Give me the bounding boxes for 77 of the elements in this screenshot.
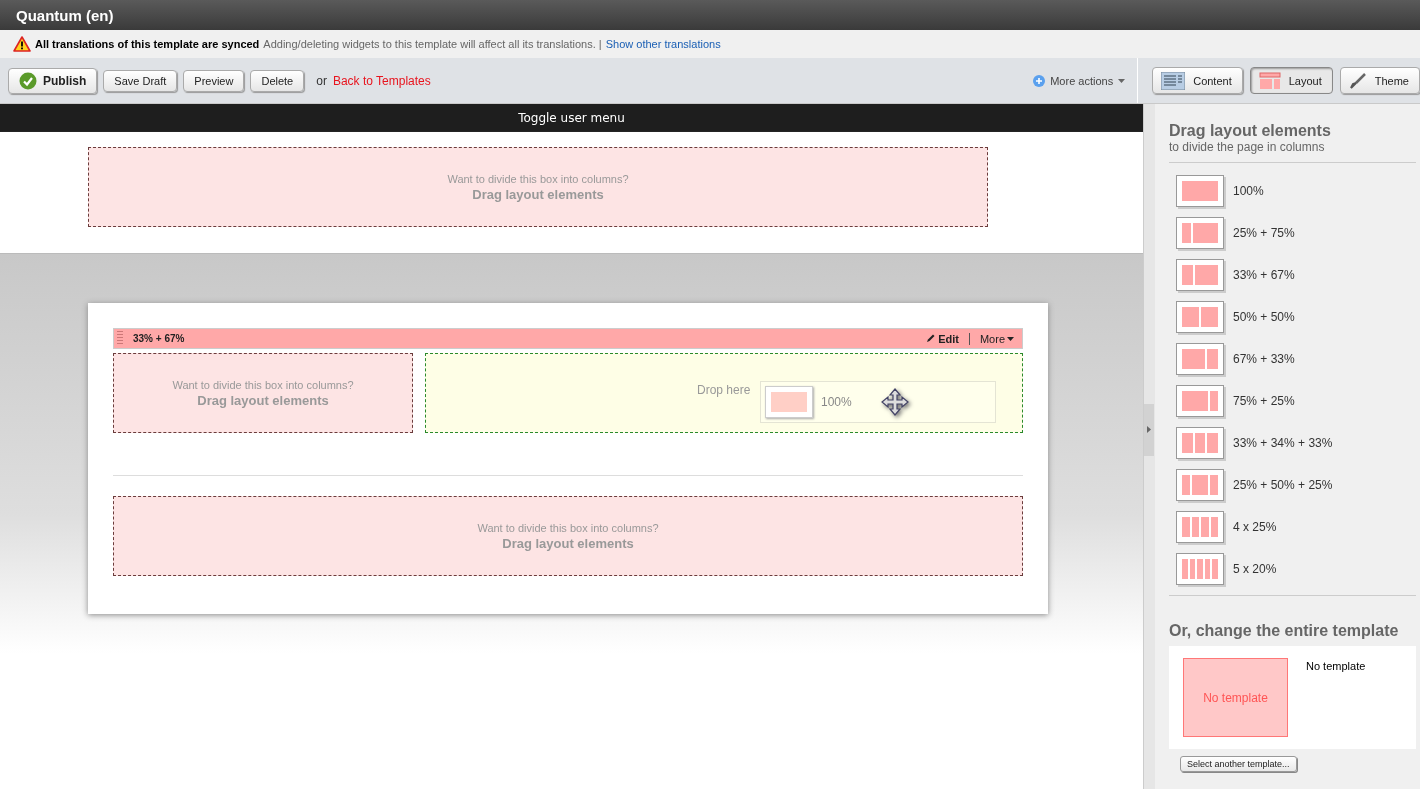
layout-label: 5 x 20% [1233,562,1277,576]
publish-button[interactable]: Publish [8,67,98,94]
layout-label: 50% + 50% [1233,310,1295,324]
layout-item[interactable]: 25% + 50% + 25% [1176,469,1416,501]
warning-icon [13,36,31,52]
layout-thumbnail [1176,469,1224,501]
back-link[interactable]: Back to Templates [332,73,431,88]
zone-hint: Want to divide this box into columns? [477,521,659,534]
check-icon [19,71,37,90]
caret-icon [1007,336,1014,341]
arrow-right-icon [1147,426,1151,433]
collapse-handle[interactable] [1144,403,1154,456]
window-title: Quantum (en) [0,0,1420,30]
pencil-icon [926,334,936,343]
layout-item[interactable]: 25% + 75% [1176,217,1416,249]
grip-icon[interactable] [117,331,123,346]
more-actions-button[interactable]: More actions [1027,73,1132,88]
template-title: Or, change the entire template [1169,622,1400,640]
layout-thumbnail [1176,511,1224,543]
layout-item[interactable]: 5 x 20% [1176,553,1416,585]
dragged-layout-item[interactable]: 100% [760,381,996,423]
layout-thumbnail [765,386,813,418]
brush-icon [1348,71,1367,90]
zone-action-text: Drag layout elements [502,535,634,551]
layout-item[interactable]: 33% + 34% + 33% [1176,427,1416,459]
layout-label: 25% + 50% + 25% [1233,478,1333,492]
layout-icon [1258,71,1281,90]
layout-thumbnail [1176,427,1224,459]
layout-thumbnail [1176,259,1224,291]
row-title: 33% + 67% [133,333,185,344]
drop-hint: Drop here [697,383,751,397]
layout-label: 67% + 33% [1233,352,1295,366]
move-cursor-icon [879,387,910,417]
user-menu-bar[interactable]: Toggle user menu [0,104,1143,132]
layout-item[interactable]: 75% + 25% [1176,385,1416,417]
layout-item[interactable]: 4 x 25% [1176,511,1416,543]
select-template-button[interactable]: Select another template... [1180,756,1297,772]
layout-item[interactable]: 100% [1176,175,1416,207]
layout-thumbnail [1176,553,1224,585]
layout-item[interactable]: 50% + 50% [1176,301,1416,333]
toolbar-button[interactable]: Save Draft [103,69,178,92]
layout-label: 33% + 34% + 33% [1233,436,1333,450]
more-link[interactable]: More [979,332,1014,345]
plus-icon [1033,74,1046,87]
layout-item[interactable]: 67% + 33% [1176,343,1416,375]
or-text: or [316,73,327,88]
drop-target[interactable]: Drop here 100% [425,353,1023,433]
toolbar-button[interactable]: Preview [183,69,245,92]
layout-thumbnail [1176,217,1224,249]
layout-label: 25% + 75% [1233,226,1295,240]
notice-heading: All translations of this template are synced [35,38,260,50]
panel-tab[interactable]: Layout [1249,67,1333,94]
panel-tab[interactable]: Theme [1339,67,1420,94]
text-lines-icon [1161,71,1186,90]
notice-text: Adding/deleting widgets to this template will affect all its translations. | [263,38,602,50]
caret-icon [1118,78,1126,83]
template-name: No template [1306,660,1366,674]
layout-thumbnail [1176,343,1224,375]
panel-tab[interactable]: Content [1152,67,1243,94]
layout-label: 75% + 25% [1233,394,1295,408]
layout-thumbnail [1176,385,1224,417]
zone-action-text: Drag layout elements [472,186,604,202]
layout-label: 100% [1233,184,1264,198]
zone-hint: Want to divide this box into columns? [172,378,354,391]
layout-thumbnail [1176,301,1224,333]
panel-subtitle: to divide the page in columns [1169,140,1326,154]
toolbar-button[interactable]: Delete [250,69,305,92]
layout-label: 33% + 67% [1233,268,1295,282]
panel-title: Drag layout elements [1169,122,1332,140]
layout-label: 4 x 25% [1233,520,1277,534]
dragged-label: 100% [821,395,852,409]
layout-item[interactable]: 33% + 67% [1176,259,1416,291]
layout-thumbnail [1176,175,1224,207]
edit-link[interactable]: Edit [926,332,959,345]
show-translations-link[interactable]: Show other translations [605,38,721,50]
zone-action-text: Drag layout elements [197,392,329,408]
zone-hint: Want to divide this box into columns? [447,172,629,185]
